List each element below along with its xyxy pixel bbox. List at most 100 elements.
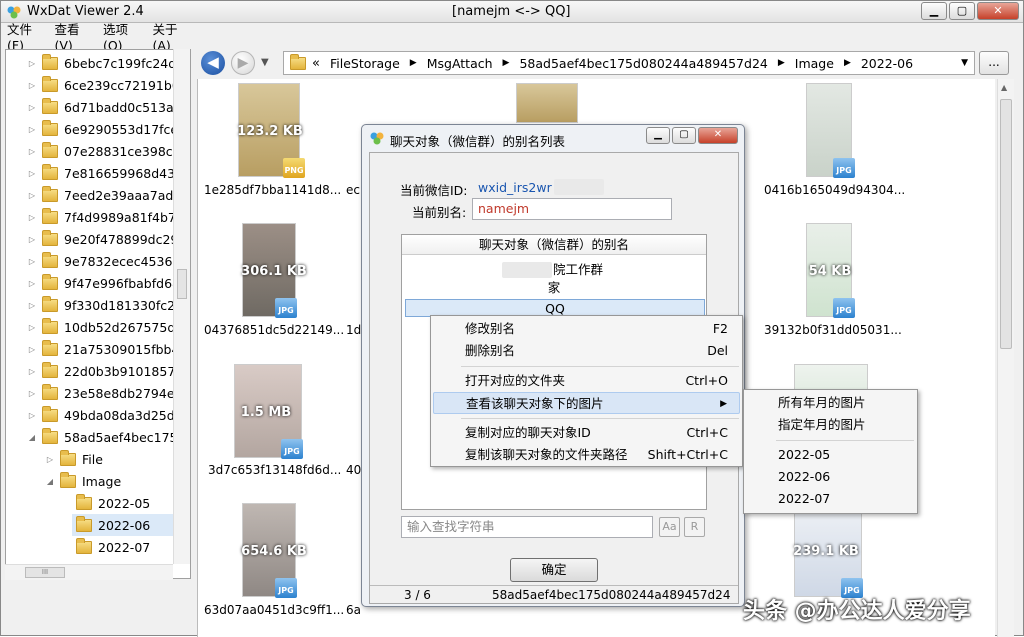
tree-item[interactable]: ▷ 6ce239cc72191b05 — [26, 74, 188, 96]
expand-arrow-icon[interactable]: ▷ — [26, 345, 38, 354]
tree-item[interactable]: ▷ 9f330d181330fc20 — [26, 294, 183, 316]
breadcrumb-filestorage[interactable]: FileStorage — [330, 56, 400, 71]
menu-file[interactable]: 文件(F) — [7, 19, 40, 53]
tree-item[interactable]: ▷ 7e816659968d43c — [26, 162, 182, 184]
match-case-button[interactable]: Aa — [659, 517, 680, 537]
file-view-scroll-thumb[interactable] — [1000, 99, 1012, 349]
expand-arrow-icon[interactable]: ▷ — [26, 279, 38, 288]
tree-item[interactable]: ▷ 9e7832ecec453624 — [26, 250, 188, 272]
ok-button[interactable]: 确定 — [510, 558, 598, 582]
file-thumbnail[interactable]: 306.1 KB JPG — [241, 223, 307, 318]
browse-button[interactable]: ... — [979, 51, 1009, 75]
back-button[interactable]: ◀ — [201, 51, 225, 75]
file-name[interactable]: 63d07aa0451d3c9ff1... — [204, 603, 344, 617]
menu-about[interactable]: 关于(A) — [152, 19, 187, 53]
alias-list-item[interactable]: 家 — [402, 279, 706, 297]
history-dropdown-icon[interactable]: ▼ — [261, 57, 269, 68]
chevron-right-icon[interactable]: ▶ — [844, 58, 851, 68]
menu-item-rename-alias[interactable]: 修改别名 F2 — [433, 318, 740, 340]
file-thumbnail[interactable]: 1.5 MB JPG — [234, 364, 303, 459]
tree-item[interactable]: ▷ 07e28831ce398ccf — [26, 140, 184, 162]
breadcrumb-overflow[interactable]: « — [312, 56, 320, 71]
expand-arrow-icon[interactable]: ▷ — [26, 235, 38, 244]
file-name[interactable]: 3d7c653f13148fd6d... — [208, 463, 341, 477]
chevron-right-icon[interactable]: ▶ — [410, 58, 417, 68]
expand-arrow-icon[interactable]: ▷ — [26, 147, 38, 156]
collapse-arrow-icon[interactable]: ◢ — [44, 477, 56, 486]
scroll-up-icon[interactable]: ▲ — [1001, 83, 1007, 92]
tree-scroll-thumb[interactable] — [177, 269, 187, 299]
tree-hscroll-thumb[interactable]: III — [25, 567, 65, 578]
expand-arrow-icon[interactable]: ▷ — [26, 301, 38, 310]
submenu-item-2022-06[interactable]: 2022-06 — [778, 466, 830, 488]
tree-vertical-scrollbar[interactable] — [173, 49, 190, 564]
tree-item[interactable]: 2022-07 — [72, 536, 150, 558]
submenu-item-all-months[interactable]: 所有年月的图片 — [778, 392, 866, 414]
breadcrumb-chat-id[interactable]: 58ad5aef4bec175d080244a489457d24 — [519, 56, 767, 71]
submenu-item-specific-month[interactable]: 指定年月的图片 — [778, 414, 866, 436]
tree-item[interactable]: ▷ File — [44, 448, 103, 470]
address-dropdown-icon[interactable]: ▼ — [961, 58, 968, 68]
expand-arrow-icon[interactable]: ▷ — [44, 455, 56, 464]
dialog-maximize-button[interactable]: ▢ — [672, 127, 696, 144]
tree-item[interactable]: ▷ 6d71badd0c513a5 — [26, 96, 182, 118]
tree-item[interactable]: ▷ 7eed2e39aaa7ad4 — [26, 184, 181, 206]
expand-arrow-icon[interactable]: ▷ — [26, 169, 38, 178]
tree-item[interactable]: ▷ 22d0b3b9101857f8 — [26, 360, 188, 382]
chevron-right-icon[interactable]: ▶ — [778, 58, 785, 68]
tree-item[interactable]: ▷ 7f4d9989a81f4b7e — [26, 206, 184, 228]
tree-item[interactable]: ▷ 6bebc7c199fc24d9 — [26, 52, 184, 74]
file-thumbnail[interactable]: 239.1 KB JPG — [793, 503, 863, 598]
menu-item-view-images[interactable]: 查看该聊天对象下的图片 ▶ — [433, 392, 740, 414]
expand-arrow-icon[interactable]: ▷ — [26, 257, 38, 266]
expand-arrow-icon[interactable]: ▷ — [26, 411, 38, 420]
tree-item[interactable]: 2022-05 — [72, 492, 150, 514]
expand-arrow-icon[interactable]: ▷ — [26, 59, 38, 68]
tree-item[interactable]: ◢ Image — [44, 470, 121, 492]
alias-list-item[interactable]: 院工作群 — [402, 261, 706, 279]
menu-view[interactable]: 查看(V) — [54, 19, 89, 53]
menu-item-open-folder[interactable]: 打开对应的文件夹 Ctrl+O — [433, 370, 740, 392]
regex-button[interactable]: R — [684, 517, 705, 537]
file-name[interactable]: 04376851dc5d22149... — [204, 323, 344, 337]
dialog-minimize-button[interactable]: ▁ — [646, 127, 670, 144]
tree-horizontal-scrollbar[interactable]: III — [5, 564, 173, 580]
file-thumbnail[interactable]: 654.6 KB JPG — [241, 503, 307, 598]
breadcrumb-month[interactable]: 2022-06 — [861, 56, 913, 71]
file-name[interactable]: 1d — [346, 323, 361, 337]
file-thumbnail[interactable]: JPG — [806, 83, 855, 178]
current-alias-field[interactable]: namejm — [472, 198, 672, 220]
expand-arrow-icon[interactable]: ▷ — [26, 213, 38, 222]
file-thumbnail[interactable] — [516, 83, 578, 123]
minimize-button[interactable]: ▁ — [921, 2, 947, 20]
tree-item[interactable]: ▷ 9f47e996fbabfd68 — [26, 272, 180, 294]
search-input[interactable]: 输入查找字符串 — [401, 516, 653, 538]
tree-item[interactable]: ▷ 9e20f478899dc29e — [26, 228, 186, 250]
tree-item[interactable]: ▷ 21a75309015fbb4 — [26, 338, 179, 360]
breadcrumb-image[interactable]: Image — [795, 56, 834, 71]
submenu-item-2022-05[interactable]: 2022-05 — [778, 444, 830, 466]
alias-list-header[interactable]: 聊天对象（微信群）的别名 — [402, 235, 706, 255]
expand-arrow-icon[interactable]: ▷ — [26, 81, 38, 90]
file-name[interactable]: 1e285df7bba1141d8... — [204, 183, 341, 197]
tree-item-selected[interactable]: 2022-06 — [72, 514, 176, 536]
menu-item-delete-alias[interactable]: 删除别名 Del — [433, 340, 740, 362]
expand-arrow-icon[interactable]: ▷ — [26, 103, 38, 112]
expand-arrow-icon[interactable]: ▷ — [26, 389, 38, 398]
tree-item[interactable]: ◢ 58ad5aef4bec175c — [26, 426, 184, 448]
file-name[interactable]: 40 — [346, 463, 361, 477]
submenu-item-2022-07[interactable]: 2022-07 — [778, 488, 830, 510]
forward-button[interactable]: ▶ — [231, 51, 255, 75]
chevron-right-icon[interactable]: ▶ — [503, 58, 510, 68]
tree-item[interactable]: ▷ 10db52d267575d8 — [26, 316, 183, 338]
expand-arrow-icon[interactable]: ▷ — [26, 191, 38, 200]
breadcrumb-msgattach[interactable]: MsgAttach — [427, 56, 493, 71]
tree-item[interactable]: ▷ 49bda08da3d25d4 — [26, 404, 183, 426]
file-name[interactable]: 0416b165049d94304... — [764, 183, 905, 197]
menu-item-copy-chat-id[interactable]: 复制对应的聊天对象ID Ctrl+C — [433, 422, 740, 444]
tree-item[interactable]: ▷ 23e58e8db2794eb — [26, 382, 182, 404]
file-view-scrollbar[interactable]: ▲ — [997, 79, 1014, 637]
file-name[interactable]: 39132b0f31dd05031... — [764, 323, 902, 337]
menu-options[interactable]: 选项(O) — [103, 19, 139, 53]
expand-arrow-icon[interactable]: ▷ — [26, 125, 38, 134]
